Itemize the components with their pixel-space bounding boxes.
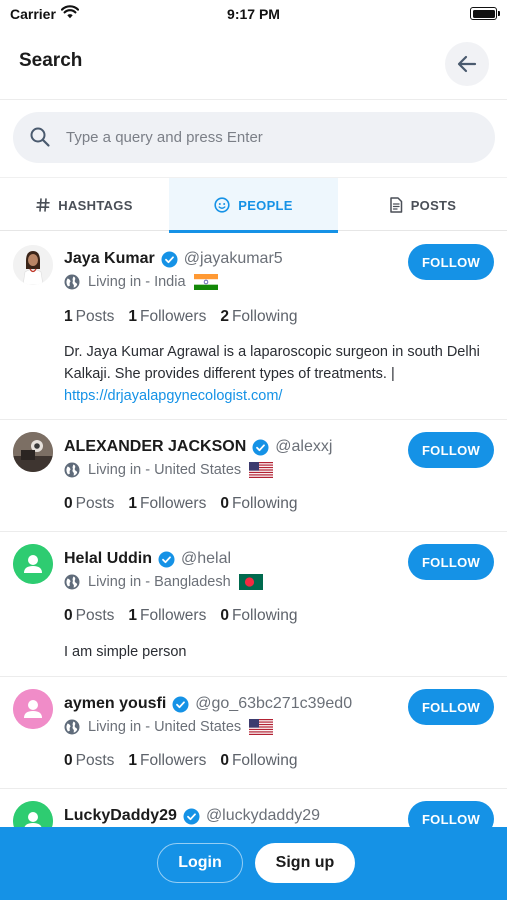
tab-hashtags[interactable]: HASHTAGS — [0, 178, 169, 232]
bio-text: I am simple person — [64, 644, 187, 660]
following-count[interactable]: 2 Following — [220, 308, 297, 326]
person-handle: @alexxj — [275, 438, 333, 455]
location-text: Living in - United States — [88, 462, 242, 478]
follow-button[interactable]: FOLLOW — [408, 689, 494, 725]
person-name[interactable]: ALEXANDER JACKSON — [64, 438, 246, 456]
hashtag-icon — [36, 198, 51, 212]
person-bio: I am simple person — [64, 641, 484, 663]
tab-bar: HASHTAGS PEOPLE POSTS — [0, 177, 507, 233]
following-count[interactable]: 0 Following — [220, 752, 297, 770]
page-title: Search — [19, 50, 83, 71]
globe-icon — [64, 574, 80, 590]
status-bar: Carrier 9:17 PM — [0, 0, 507, 28]
person-handle: @helal — [181, 550, 232, 567]
stats-row: 0 Posts 1 Followers 0 Following — [64, 605, 311, 627]
followers-count[interactable]: 1 Followers — [128, 752, 206, 770]
verified-badge-icon — [161, 251, 178, 268]
posts-count[interactable]: 0 Posts — [64, 495, 114, 513]
verified-badge-icon — [172, 696, 189, 713]
verified-badge-icon — [252, 439, 269, 456]
header: Search — [0, 28, 507, 100]
auth-bar: Login Sign up — [0, 827, 507, 900]
clock-time: 9:17 PM — [227, 6, 280, 22]
verified-badge-icon — [183, 808, 200, 825]
followers-count[interactable]: 1 Followers — [128, 308, 206, 326]
avatar[interactable] — [13, 544, 53, 584]
tab-people[interactable]: PEOPLE — [169, 178, 338, 233]
person-handle: @luckydaddy29 — [205, 807, 321, 824]
back-button[interactable] — [445, 42, 489, 86]
battery-icon — [470, 7, 500, 20]
globe-icon — [64, 462, 80, 478]
user-icon — [13, 544, 53, 584]
bio-text: Dr. Jaya Kumar Agrawal is a laparoscopic… — [64, 344, 480, 382]
person-name[interactable]: Jaya Kumar — [64, 250, 155, 268]
bio-link[interactable]: https://drjayalapgynecologist.com/ — [64, 388, 282, 404]
user-icon — [13, 689, 53, 729]
avatar[interactable] — [13, 432, 53, 472]
india-flag-icon — [193, 274, 218, 290]
tab-people-label: PEOPLE — [238, 197, 293, 213]
signup-button[interactable]: Sign up — [255, 843, 355, 883]
search-icon — [29, 126, 51, 153]
bangladesh-flag-icon — [238, 574, 263, 590]
location-text: Living in - India — [88, 274, 186, 290]
following-count[interactable]: 0 Following — [220, 495, 297, 513]
avatar[interactable] — [13, 689, 53, 729]
location-text: Living in - Bangladesh — [88, 574, 231, 590]
person-bio: Dr. Jaya Kumar Agrawal is a laparoscopic… — [64, 341, 484, 407]
globe-icon — [64, 274, 80, 290]
stats-row: 1 Posts 1 Followers 2 Following — [64, 306, 311, 328]
tab-hashtags-label: HASHTAGS — [58, 197, 133, 213]
tab-posts[interactable]: POSTS — [338, 178, 507, 232]
stats-row: 0 Posts 1 Followers 0 Following — [64, 493, 311, 515]
posts-count[interactable]: 0 Posts — [64, 607, 114, 625]
list-item[interactable]: ALEXANDER JACKSON @alexxj Living in - Un… — [0, 420, 507, 532]
verified-badge-icon — [158, 551, 175, 568]
following-count[interactable]: 0 Following — [220, 607, 297, 625]
arrow-left-icon — [457, 55, 477, 73]
list-item[interactable]: Helal Uddin @helal Living in - Banglades… — [0, 532, 507, 677]
search-bar — [13, 112, 495, 163]
usa-flag-icon — [249, 719, 274, 735]
list-item[interactable]: aymen yousfi @go_63bc271c39ed0 Living in… — [0, 677, 507, 789]
document-icon — [389, 197, 402, 213]
login-button[interactable]: Login — [157, 843, 243, 883]
stats-row: 0 Posts 1 Followers 0 Following — [64, 750, 311, 772]
location-text: Living in - United States — [88, 719, 242, 735]
posts-count[interactable]: 0 Posts — [64, 752, 114, 770]
globe-icon — [64, 719, 80, 735]
usa-flag-icon — [249, 462, 274, 478]
search-input[interactable] — [66, 112, 466, 163]
people-icon — [214, 197, 230, 213]
list-item[interactable]: Jaya Kumar @jayakumar5 Living in - India… — [0, 232, 507, 420]
follow-button[interactable]: FOLLOW — [408, 544, 494, 580]
person-handle: @go_63bc271c39ed0 — [195, 695, 353, 712]
posts-count[interactable]: 1 Posts — [64, 308, 114, 326]
person-name[interactable]: Helal Uddin — [64, 550, 152, 568]
followers-count[interactable]: 1 Followers — [128, 607, 206, 625]
follow-button[interactable]: FOLLOW — [408, 432, 494, 468]
tab-posts-label: POSTS — [410, 197, 457, 213]
followers-count[interactable]: 1 Followers — [128, 495, 206, 513]
person-name[interactable]: LuckyDaddy29 — [64, 807, 177, 825]
person-handle: @jayakumar5 — [183, 250, 283, 267]
follow-button[interactable]: FOLLOW — [408, 244, 494, 280]
person-name[interactable]: aymen yousfi — [64, 695, 166, 713]
avatar[interactable] — [13, 245, 53, 285]
